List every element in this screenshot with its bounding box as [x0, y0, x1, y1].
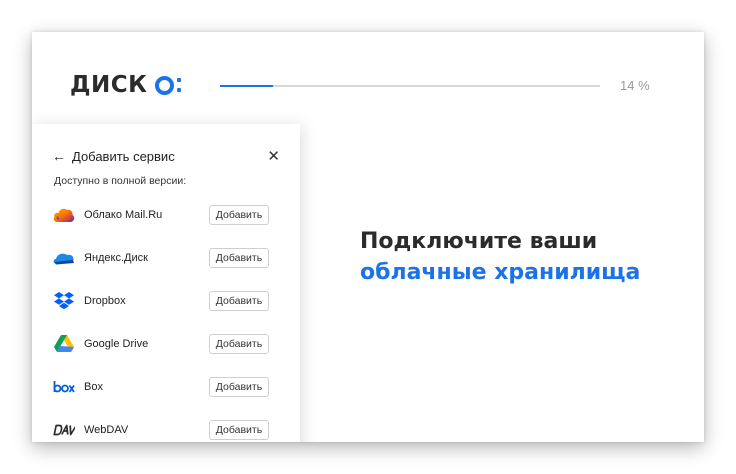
add-yandex-button[interactable]: Добавить	[209, 247, 269, 268]
dropbox-icon	[53, 290, 75, 312]
service-list: Облако Mail.Ru Добавить Яндекс.Диск Доба…	[32, 193, 300, 442]
headline-line1: Подключите ваши	[360, 229, 598, 254]
add-dropbox-button[interactable]: Добавить	[209, 290, 269, 311]
add-service-panel: ← Добавить сервис ✕ Доступно в полной ве…	[32, 124, 300, 442]
service-name: Яндекс.Диск	[84, 251, 148, 264]
close-icon[interactable]: ✕	[267, 147, 280, 165]
logo-colon-mark	[177, 78, 182, 92]
service-name: Box	[84, 380, 103, 393]
progress-label: 14 %	[620, 78, 650, 93]
service-item-yandex: Яндекс.Диск Добавить	[32, 236, 300, 279]
service-name: WebDAV	[84, 423, 129, 436]
add-box-button[interactable]: Добавить	[209, 376, 269, 397]
webdav-icon	[53, 419, 75, 441]
service-item-webdav: WebDAV Добавить	[32, 408, 300, 442]
mailru-cloud-icon	[53, 204, 75, 226]
logo-o-mark	[155, 75, 175, 95]
service-item-mailru: Облако Mail.Ru Добавить	[32, 193, 300, 236]
add-google-drive-button[interactable]: Добавить	[209, 333, 269, 354]
panel-title: Добавить сервис	[72, 148, 175, 164]
google-drive-icon	[53, 333, 75, 355]
service-name: Облако Mail.Ru	[84, 208, 163, 221]
app-window: ДИСК 14 % ← Добавить сервис ✕ Доступно в…	[32, 32, 704, 442]
panel-header: ← Добавить сервис ✕	[52, 147, 280, 165]
service-name: Dropbox	[84, 294, 126, 307]
headline-line2: облачные хранилища	[360, 260, 641, 285]
box-icon	[53, 376, 75, 398]
yandex-disk-icon	[53, 247, 75, 269]
panel-subtitle: Доступно в полной версии:	[54, 175, 187, 187]
progress-bar	[220, 85, 600, 87]
headline: Подключите ваши облачные хранилища	[360, 226, 640, 288]
progress-fill	[220, 85, 274, 87]
back-arrow-icon[interactable]: ←	[52, 148, 66, 164]
service-item-google-drive: Google Drive Добавить	[32, 322, 300, 365]
service-item-dropbox: Dropbox Добавить	[32, 279, 300, 322]
add-webdav-button[interactable]: Добавить	[209, 419, 269, 440]
logo: ДИСК	[70, 72, 182, 98]
logo-text: ДИСК	[70, 72, 148, 98]
add-mailru-button[interactable]: Добавить	[209, 204, 269, 225]
service-item-box: Box Добавить	[32, 365, 300, 408]
service-name: Google Drive	[84, 337, 149, 350]
